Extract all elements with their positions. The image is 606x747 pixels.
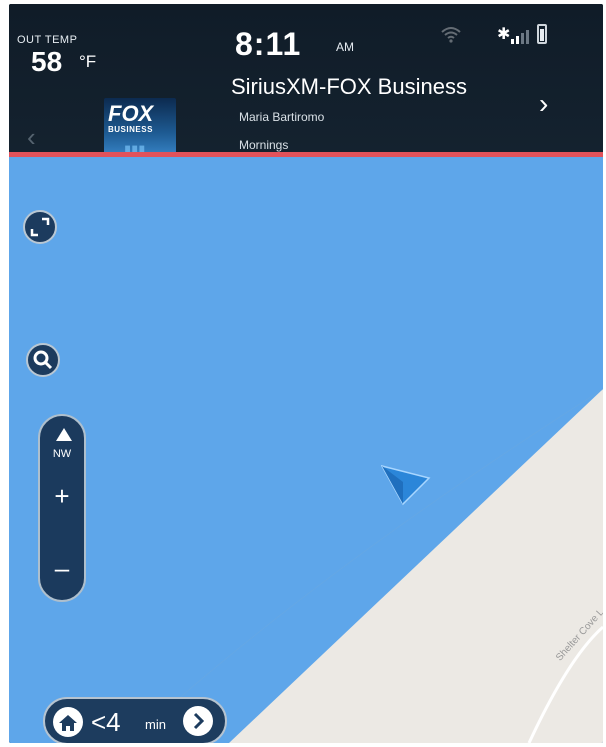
vehicle-position-icon bbox=[381, 464, 431, 506]
fullscreen-button[interactable] bbox=[23, 210, 57, 244]
clock-ampm: AM bbox=[336, 40, 354, 54]
next-station-button[interactable]: › bbox=[539, 88, 548, 120]
map-land-area bbox=[128, 388, 603, 743]
wifi-icon bbox=[441, 27, 461, 43]
home-icon bbox=[53, 707, 83, 737]
expand-icon bbox=[30, 217, 50, 237]
navigation-map[interactable]: NW + – Shelter Cove L <4 min bbox=[9, 157, 603, 743]
map-search-button[interactable] bbox=[26, 343, 60, 377]
eta-unit: min bbox=[145, 717, 166, 732]
route-details-icon[interactable] bbox=[183, 706, 213, 736]
bluetooth-icon: ✱ bbox=[497, 26, 511, 43]
logo-fox-text: FOX bbox=[108, 101, 154, 126]
compass-heading[interactable]: NW bbox=[40, 448, 84, 460]
outside-temp-label: OUT TEMP bbox=[17, 34, 78, 46]
outside-temp-unit: °F bbox=[79, 52, 97, 71]
zoom-compass-panel: NW + – bbox=[38, 414, 86, 602]
eta-summary[interactable]: <4 min bbox=[43, 697, 227, 743]
status-bar: OUT TEMP 58 °F 8:11 AM ✱ ‹ FOX BUSINESS … bbox=[9, 4, 603, 162]
logo-business-text: BUSINESS bbox=[108, 125, 153, 134]
clock: 8:11 bbox=[235, 26, 302, 62]
infotainment-screen: OUT TEMP 58 °F 8:11 AM ✱ ‹ FOX BUSINESS … bbox=[9, 4, 603, 743]
program-host: Maria Bartiromo bbox=[239, 110, 325, 124]
previous-station-button[interactable]: ‹ bbox=[27, 122, 36, 153]
signal-icon bbox=[511, 30, 529, 44]
compass-arrow-icon[interactable] bbox=[56, 428, 72, 441]
outside-temp-value: 58 bbox=[31, 46, 63, 77]
battery-icon bbox=[537, 24, 547, 44]
zoom-in-button[interactable]: + bbox=[40, 476, 84, 516]
station-name: SiriusXM-FOX Business bbox=[231, 74, 467, 99]
zoom-out-button[interactable]: – bbox=[40, 548, 84, 588]
program-title: Mornings bbox=[239, 138, 289, 152]
eta-value: <4 bbox=[91, 707, 121, 737]
search-icon bbox=[33, 350, 53, 370]
